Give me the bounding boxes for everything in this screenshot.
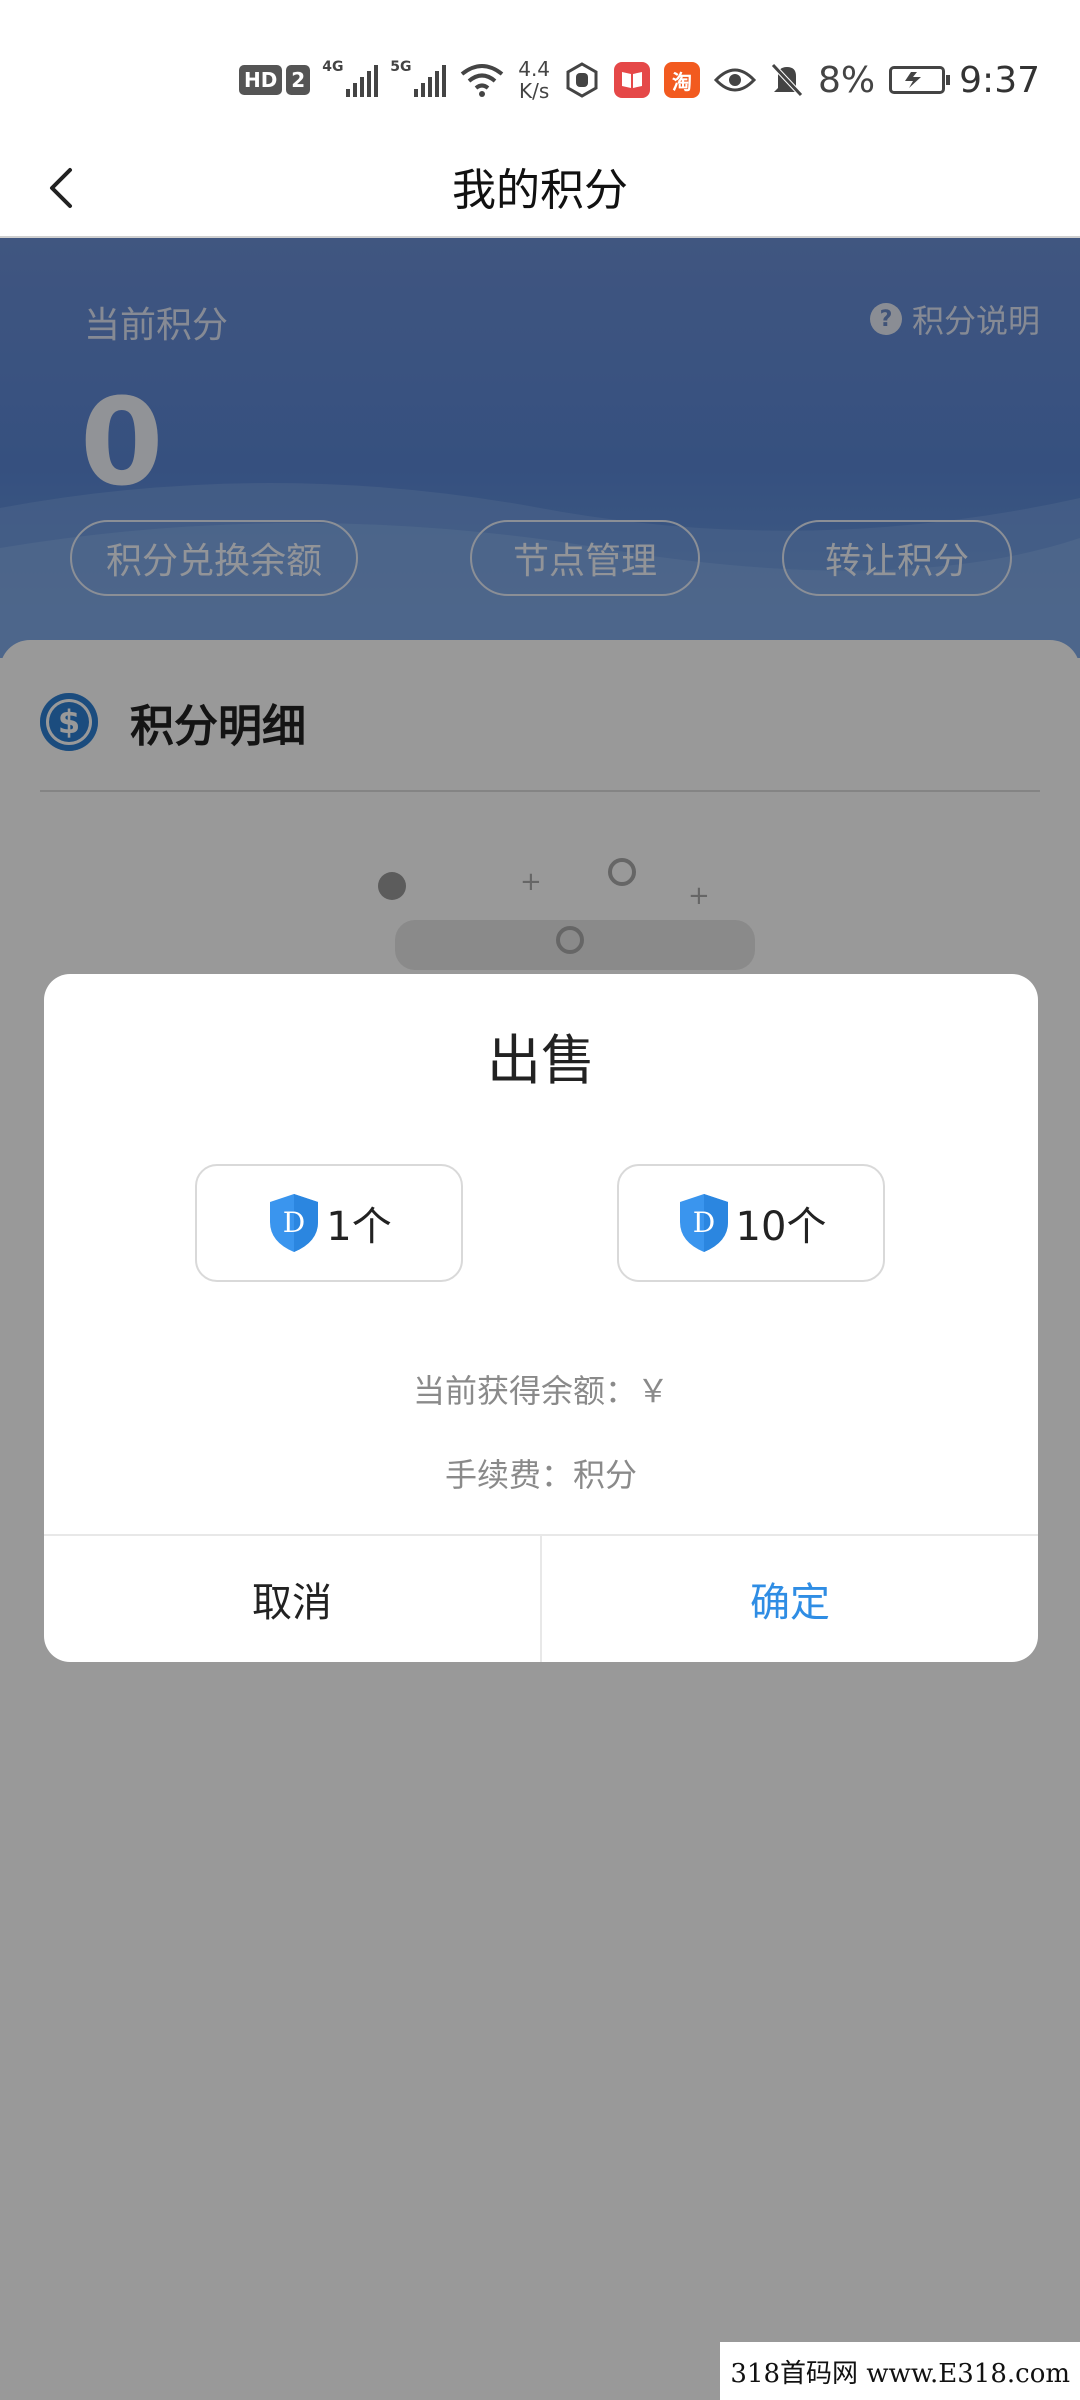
- status-icons: HD 2 4G 5G 4.4 K/s 淘 8% 9:37: [238, 52, 1040, 108]
- sell-option-10[interactable]: D 10个: [617, 1164, 885, 1282]
- sim-badge: 2: [286, 65, 311, 95]
- network-speed: 4.4 K/s: [518, 58, 550, 102]
- status-time: 9:37: [959, 59, 1040, 101]
- eye-icon: [714, 68, 757, 92]
- shield-icon: D: [270, 1194, 319, 1252]
- hand-app-icon: [566, 62, 598, 98]
- dialog-footer: 取消 确定: [44, 1534, 1038, 1662]
- nav-bar: 我的积分: [0, 140, 1080, 239]
- network-speed-value: 4.4: [518, 57, 551, 81]
- watermark-text: 318首码网 www.E318.com: [720, 2342, 1080, 2400]
- page-title: 我的积分: [452, 165, 628, 216]
- mute-bell-icon: [771, 63, 803, 97]
- shield-icon: D: [679, 1194, 728, 1252]
- sell-option-label: 10个: [735, 1204, 827, 1250]
- shield-badge-letter: D: [692, 1206, 714, 1239]
- hd-badge: HD: [238, 65, 283, 95]
- sell-option-1[interactable]: D 1个: [195, 1164, 463, 1282]
- confirm-button[interactable]: 确定: [542, 1536, 1038, 1662]
- signal-5g-label: 5G: [390, 59, 412, 75]
- fee-info: 手续费：积分: [444, 1456, 637, 1494]
- signal-4g-label: 4G: [322, 59, 344, 75]
- battery-percent: 8%: [818, 59, 876, 101]
- sell-option-label: 1个: [326, 1204, 392, 1250]
- sell-dialog: 出售 D 1个 D 10个 当前获得余额：￥ 手续费：积分 取消 确定: [44, 974, 1038, 1662]
- signal-4g-icon: 4G: [322, 59, 379, 97]
- balance-info: 当前获得余额：￥: [412, 1372, 669, 1410]
- battery-icon: [889, 66, 951, 94]
- book-app-icon: [614, 62, 651, 98]
- network-speed-unit: K/s: [518, 79, 550, 103]
- shield-badge-letter: D: [283, 1206, 305, 1239]
- signal-5g-icon: 5G: [390, 59, 447, 97]
- cancel-button[interactable]: 取消: [44, 1536, 542, 1662]
- wifi-icon: [460, 64, 504, 97]
- taobao-app-icon: 淘: [664, 62, 701, 98]
- status-bar: HD 2 4G 5G 4.4 K/s 淘 8% 9:37: [0, 0, 1080, 140]
- dialog-title: 出售: [487, 1029, 595, 1092]
